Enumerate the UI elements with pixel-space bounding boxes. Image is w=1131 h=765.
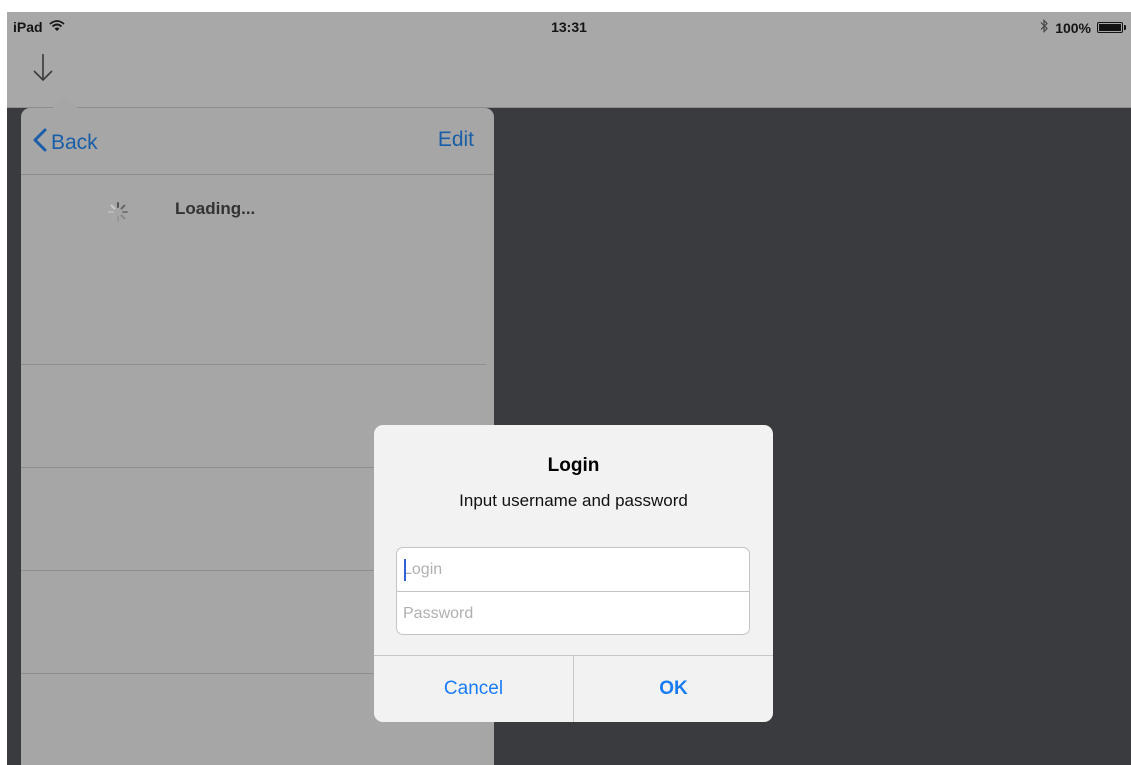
activity-spinner-icon (107, 201, 129, 223)
alert-message: Input username and password (459, 491, 688, 510)
credentials-fields (396, 547, 750, 635)
popover-arrow (53, 96, 77, 108)
loading-row: Loading... (21, 175, 494, 364)
back-button[interactable]: Back (33, 128, 98, 158)
battery-percent: 100% (1055, 19, 1091, 36)
top-toolbar: iPad 13:31 100% (7, 12, 1131, 108)
list-separator (21, 364, 486, 365)
status-bar: iPad 13:31 100% (7, 12, 1131, 40)
loading-label: Loading... (175, 199, 256, 218)
back-label: Back (51, 131, 98, 154)
down-arrow-icon[interactable] (31, 50, 55, 86)
popover-navbar: Back Edit (21, 108, 494, 175)
status-time: 13:31 (551, 19, 587, 35)
ok-button[interactable]: OK (574, 656, 773, 722)
bluetooth-icon (1039, 19, 1049, 36)
login-field[interactable] (397, 548, 749, 591)
battery-icon (1097, 22, 1126, 33)
cancel-button[interactable]: Cancel (374, 656, 573, 722)
password-field[interactable] (397, 592, 749, 634)
text-caret (404, 559, 406, 581)
status-right: 100% (1039, 19, 1126, 36)
chevron-left-icon (33, 128, 47, 158)
edit-button[interactable]: Edit (438, 128, 474, 152)
login-alert: Login Input username and password Cancel… (374, 425, 773, 722)
alert-title: Login (547, 455, 600, 476)
alert-buttons: Cancel OK (374, 655, 773, 722)
